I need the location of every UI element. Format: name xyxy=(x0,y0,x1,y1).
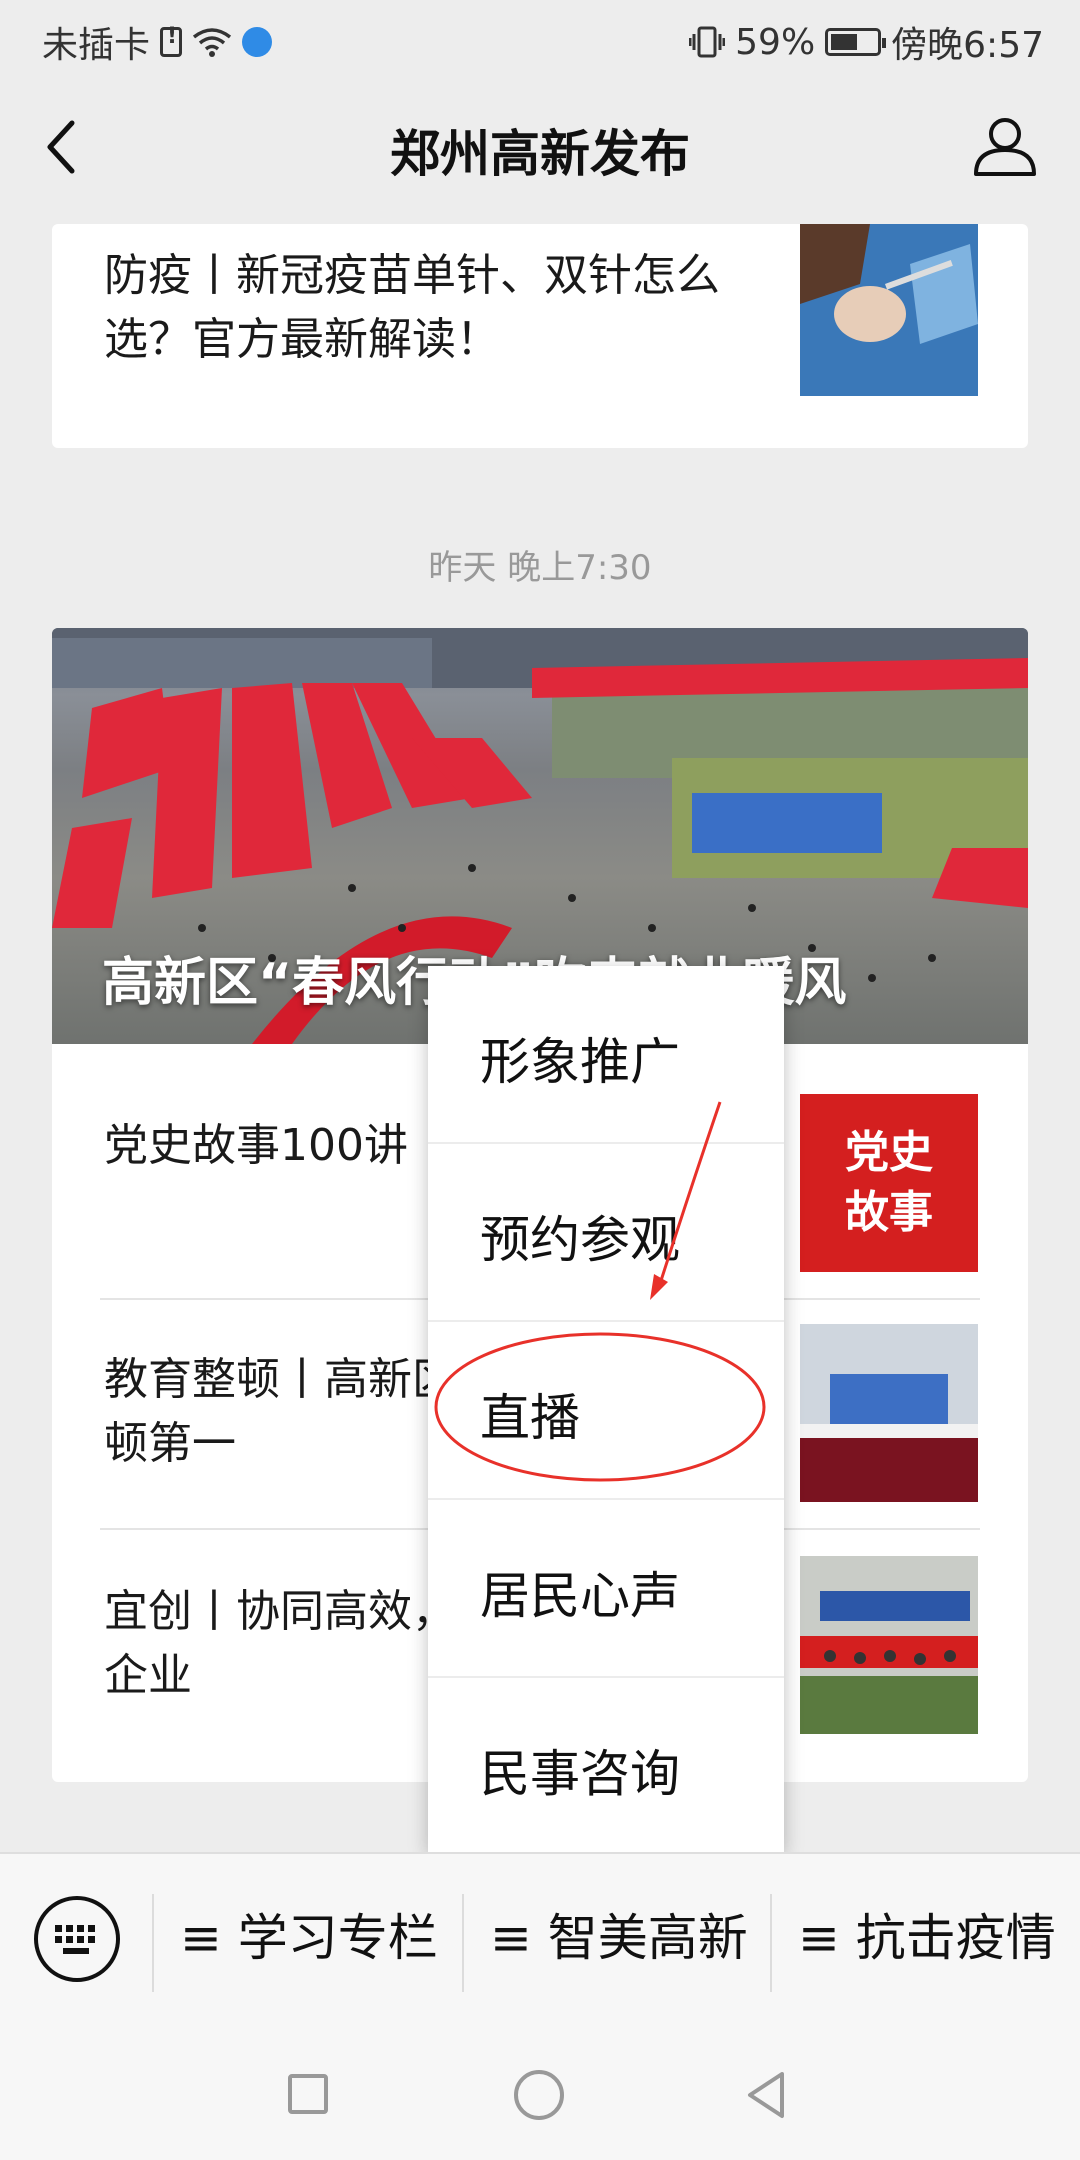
article-card-top[interactable]: 防疫丨新冠疫苗单针、双针怎么选？官方最新解读！ xyxy=(52,224,1028,448)
status-left: 未插卡 xyxy=(42,16,273,68)
menu-item-label: 民事咨询 xyxy=(480,1745,680,1803)
vaccine-thumbnail[interactable] xyxy=(800,224,978,396)
browser-globe-icon xyxy=(242,27,273,57)
meeting-photo-icon xyxy=(800,1324,978,1502)
battery-icon xyxy=(825,28,887,56)
home-icon[interactable] xyxy=(514,2070,564,2120)
keyboard-glyph xyxy=(55,1925,95,1954)
system-nav-bar xyxy=(0,2036,1080,2160)
status-bar: 未插卡 59% 傍晚6:57 xyxy=(0,0,1080,72)
tab-separator xyxy=(462,1894,464,1992)
clock-time: 傍晚6:57 xyxy=(891,25,1044,66)
tab-separator xyxy=(770,1894,772,1992)
menu-item-label: 居民心声 xyxy=(480,1567,680,1625)
menu-item-label: 形象推广 xyxy=(480,1033,680,1091)
vibrate-icon xyxy=(689,26,726,58)
timestamp-label: 昨天 晚上7:30 xyxy=(428,548,652,588)
vaccine-image-icon xyxy=(800,224,978,396)
event-thumbnail[interactable] xyxy=(800,1556,978,1734)
battery-level-fill xyxy=(831,34,858,50)
event-photo-icon xyxy=(800,1556,978,1734)
red-circle-annotation xyxy=(434,1332,766,1482)
thumbnail-text: 党史 故事 xyxy=(845,1127,933,1238)
meeting-thumbnail[interactable] xyxy=(800,1324,978,1502)
tab-study-column[interactable]: ≡ 学习专栏 xyxy=(180,1898,438,1978)
menu-item-resident-voice[interactable]: 居民心声 xyxy=(428,1500,784,1678)
article-title[interactable]: 防疫丨新冠疫苗单针、双针怎么选？官方最新解读！ xyxy=(104,244,764,372)
keyboard-icon[interactable] xyxy=(34,1896,120,1982)
tab-fight-epidemic[interactable]: ≡ 抗击疫情 xyxy=(798,1898,1056,1978)
battery-percent: 59% xyxy=(735,21,816,63)
sim-alert-icon xyxy=(160,24,183,57)
party-history-thumbnail[interactable]: 党史 故事 xyxy=(800,1094,978,1272)
page-title: 郑州高新发布 xyxy=(390,125,690,183)
tab-separator xyxy=(152,1894,154,1992)
recent-apps-icon[interactable] xyxy=(288,2074,328,2114)
profile-icon[interactable] xyxy=(972,112,1038,178)
tab-smart-hitech[interactable]: ≡ 智美高新 xyxy=(490,1898,748,1978)
bottom-menu-bar: ≡ 学习专栏 ≡ 智美高新 ≡ 抗击疫情 xyxy=(0,1852,1080,2036)
status-right: 59% 傍晚6:57 xyxy=(689,16,1044,68)
nav-bar: 郑州高新发布 xyxy=(0,72,1080,224)
carrier-label: 未插卡 xyxy=(42,25,151,66)
wifi-icon xyxy=(192,28,232,57)
system-back-icon[interactable] xyxy=(744,2070,788,2120)
menu-item-civil-consult[interactable]: 民事咨询 xyxy=(428,1678,784,1856)
red-arrow-annotation xyxy=(650,1101,722,1300)
